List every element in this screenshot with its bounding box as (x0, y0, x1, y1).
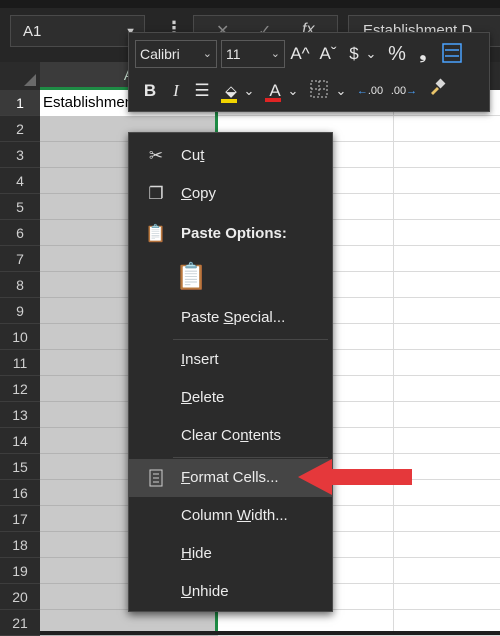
row-header[interactable]: 10 (0, 324, 40, 350)
font-size-value: 11 (226, 46, 241, 62)
copy-icon: ❐ (148, 184, 164, 203)
row-header[interactable]: 11 (0, 350, 40, 376)
annotation-arrow-icon (298, 459, 412, 495)
menu-item-paste-special[interactable]: Paste Special... (129, 299, 332, 337)
menu-item-clear-contents[interactable]: Clear Contents (129, 417, 332, 455)
row-header[interactable]: 16 (0, 480, 40, 506)
increase-decimal-label: .00 (367, 85, 384, 97)
scissors-icon: ✂ (148, 146, 164, 165)
context-menu: ✂ Cut ❐ Copy 📋 Paste Options: 📋 Paste Sp… (128, 132, 333, 612)
decrease-decimal-icon[interactable]: .00→ (389, 77, 419, 105)
menu-item-unhide[interactable]: Unhide (129, 573, 332, 611)
menu-item-hide-label: Hide (181, 545, 212, 562)
increase-decimal-icon[interactable]: ←.00 (355, 77, 385, 105)
chevron-down-icon: ⌄ (202, 48, 212, 60)
row-header[interactable]: 13 (0, 402, 40, 428)
paste-icon: 📋 (145, 224, 167, 243)
menu-item-unhide-label: Unhide (181, 583, 229, 600)
paste-button[interactable]: 📋 (129, 253, 332, 299)
menu-item-column-width[interactable]: Column Width... (129, 497, 332, 535)
menu-item-copy-label: Copy (181, 185, 217, 202)
menu-item-insert[interactable]: Insert (129, 341, 332, 379)
menu-item-cut-label: Cut (181, 147, 205, 164)
font-color-icon[interactable]: A (265, 77, 285, 105)
title-strip (0, 0, 500, 8)
paste-options-label: Paste Options: (181, 225, 287, 242)
font-name-select[interactable]: Calibri ⌄ (135, 40, 217, 68)
bold-icon[interactable]: B (141, 77, 159, 105)
shrink-font-icon[interactable]: Aˇ (317, 40, 339, 68)
align-center-icon[interactable]: ☰ (191, 77, 213, 105)
chevron-down-icon[interactable]: ⌄ (287, 77, 299, 105)
row-header[interactable]: 19 (0, 558, 40, 584)
row-header[interactable]: 14 (0, 428, 40, 454)
select-all-corner[interactable] (0, 62, 41, 90)
menu-item-insert-label: Insert (181, 351, 219, 368)
row-header[interactable]: 21 (0, 610, 40, 636)
menu-item-format-cells-label: Format Cells... (181, 469, 279, 486)
italic-icon[interactable]: I (167, 77, 185, 105)
chevron-down-icon: ⌄ (270, 48, 280, 60)
font-name-value: Calibri (140, 46, 180, 62)
name-box-value: A1 (23, 23, 42, 40)
paste-options-heading: 📋 Paste Options: (129, 215, 332, 253)
row-header[interactable]: 3 (0, 142, 40, 168)
row-header[interactable]: 15 (0, 454, 40, 480)
format-cells-icon (143, 459, 169, 501)
chevron-down-icon[interactable]: ⌄ (365, 40, 377, 68)
row-header[interactable]: 20 (0, 584, 40, 610)
font-size-select[interactable]: 11 ⌄ (221, 40, 285, 68)
fill-color-icon[interactable]: ⬙ (221, 77, 241, 106)
row-header[interactable]: 7 (0, 246, 40, 272)
menu-item-clear-contents-label: Clear Contents (181, 427, 282, 444)
row-header[interactable]: 1 (0, 90, 40, 116)
row-header[interactable]: 9 (0, 298, 40, 324)
row-header[interactable]: 17 (0, 506, 40, 532)
menu-item-copy[interactable]: ❐ Copy (129, 175, 332, 213)
row-gridline (40, 610, 218, 636)
row-header[interactable]: 8 (0, 272, 40, 298)
chevron-down-icon[interactable]: ⌄ (243, 77, 255, 105)
row-gridline (218, 610, 500, 636)
grow-font-icon[interactable]: A^ (289, 40, 311, 68)
row-header[interactable]: 12 (0, 376, 40, 402)
row-header[interactable]: 18 (0, 532, 40, 558)
wrap-text-icon[interactable] (439, 42, 465, 66)
chevron-down-icon[interactable]: ⌄ (335, 77, 347, 105)
row-header[interactable]: 6 (0, 220, 40, 246)
clipboard-icon: 📋 (175, 261, 208, 291)
format-painter-icon[interactable] (425, 77, 449, 106)
menu-item-hide[interactable]: Hide (129, 535, 332, 573)
menu-item-delete-label: Delete (181, 389, 225, 406)
row-header[interactable]: 4 (0, 168, 40, 194)
mini-toolbar: Calibri ⌄ 11 ⌄ A^ Aˇ $ ⌄ % ❟ B I ☰ ⬙ ⌄ A… (128, 32, 490, 112)
menu-item-delete[interactable]: Delete (129, 379, 332, 417)
comma-style-icon[interactable]: ❟ (413, 40, 433, 68)
menu-item-column-width-label: Column Width... (181, 507, 288, 524)
percent-icon[interactable]: % (385, 40, 409, 68)
decrease-decimal-label: .00 (390, 85, 407, 97)
menu-separator (173, 339, 328, 340)
name-box[interactable]: A1 ▼ (10, 15, 145, 47)
borders-icon[interactable] (307, 79, 331, 108)
menu-item-cut[interactable]: ✂ Cut (129, 137, 332, 175)
menu-item-paste-special-label: Paste Special... (181, 309, 286, 326)
row-header[interactable]: 2 (0, 116, 40, 142)
row-header[interactable]: 5 (0, 194, 40, 220)
currency-icon[interactable]: $ (345, 40, 363, 68)
